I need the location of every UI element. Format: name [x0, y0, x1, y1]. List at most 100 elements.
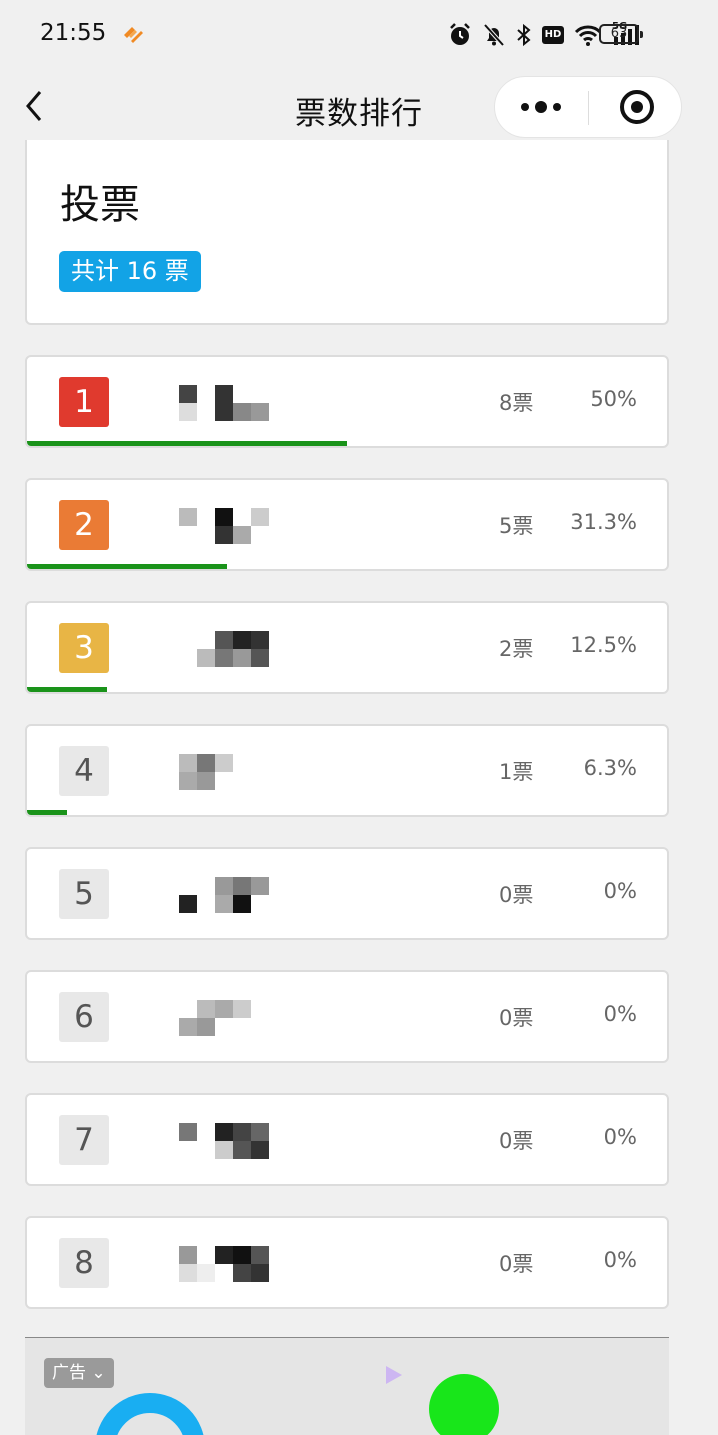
- vote-progress-fill: [27, 810, 68, 815]
- candidate-name-redacted: [143, 754, 251, 790]
- more-dots-icon: [521, 101, 561, 113]
- mosaic-pixel: [179, 772, 197, 790]
- rank-row[interactable]: 8 0票 0%: [25, 1216, 669, 1309]
- vote-percent: 50%: [590, 387, 637, 411]
- candidate-name-redacted: [143, 631, 269, 667]
- mosaic-pixel: [215, 403, 233, 421]
- rank-row[interactable]: 3 2票 12.5%: [25, 601, 669, 694]
- vote-count: 2票: [499, 637, 534, 661]
- mosaic-pixel: [197, 1018, 215, 1036]
- bluetooth-icon: [517, 23, 531, 47]
- vote-percent: 0%: [603, 1248, 637, 1272]
- ad-banner[interactable]: 广告 ⌄: [25, 1337, 669, 1435]
- rank-number-badge: 1: [59, 377, 109, 427]
- close-button[interactable]: [589, 77, 681, 137]
- candidate-name-redacted: [143, 1000, 251, 1036]
- mosaic-pixel: [197, 1264, 215, 1282]
- vote-progress-fill: [27, 687, 107, 692]
- ad-label-text: 广告: [52, 1363, 86, 1383]
- vote-percent: 12.5%: [570, 633, 637, 657]
- status-bar: 21:55 HD 5G 63: [0, 0, 718, 68]
- mosaic-pixel: [215, 754, 233, 772]
- rank-number-badge: 5: [59, 869, 109, 919]
- candidate-name-redacted: [143, 508, 269, 544]
- wifi-icon: [574, 25, 602, 46]
- vote-summary-card: 投票 共计 16 票: [25, 140, 669, 325]
- candidate-name-redacted: [143, 1123, 269, 1159]
- vote-progress-bar: [27, 564, 667, 569]
- total-votes-badge: 共计 16 票: [59, 251, 201, 292]
- vote-count: 0票: [499, 1129, 534, 1153]
- mosaic-pixel: [197, 772, 215, 790]
- mosaic-pixel: [215, 649, 233, 667]
- vote-progress-bar: [27, 687, 667, 692]
- rank-row[interactable]: 6 0票 0%: [25, 970, 669, 1063]
- mosaic-pixel: [179, 403, 197, 421]
- mosaic-pixel: [197, 649, 215, 667]
- nav-bar: 票数排行: [0, 68, 718, 148]
- hd-icon: HD: [542, 26, 564, 44]
- mosaic-pixel: [233, 649, 251, 667]
- rank-number-badge: 2: [59, 500, 109, 550]
- rank-number-badge: 6: [59, 992, 109, 1042]
- mosaic-pixel: [233, 1264, 251, 1282]
- rank-number-badge: 8: [59, 1238, 109, 1288]
- mosaic-pixel: [233, 631, 251, 649]
- mosaic-pixel: [215, 1000, 233, 1018]
- mosaic-pixel: [215, 1141, 233, 1159]
- candidate-name-redacted: [143, 1246, 269, 1282]
- mosaic-pixel: [197, 1000, 215, 1018]
- mosaic-pixel: [233, 1246, 251, 1264]
- status-time: 21:55: [40, 20, 107, 46]
- mosaic-pixel: [179, 385, 197, 403]
- rank-number-badge: 4: [59, 746, 109, 796]
- more-button[interactable]: [495, 77, 588, 137]
- mosaic-pixel: [179, 1018, 197, 1036]
- vote-percent: 6.3%: [583, 756, 637, 780]
- rank-row[interactable]: 5 0票 0%: [25, 847, 669, 940]
- rank-row[interactable]: 2 5票 31.3%: [25, 478, 669, 571]
- alarm-icon: [450, 23, 470, 45]
- mosaic-pixel: [233, 1000, 251, 1018]
- mosaic-pixel: [215, 1246, 233, 1264]
- mosaic-pixel: [215, 895, 233, 913]
- vote-progress-bar: [27, 810, 667, 815]
- vote-progress-bar: [27, 441, 667, 446]
- mosaic-pixel: [179, 1123, 197, 1141]
- mosaic-pixel: [179, 1246, 197, 1264]
- mosaic-pixel: [215, 631, 233, 649]
- vote-progress-bar: [27, 1179, 667, 1184]
- mosaic-pixel: [233, 403, 251, 421]
- mini-program-capsule: [494, 76, 682, 138]
- mosaic-pixel: [251, 1141, 269, 1159]
- vote-percent: 0%: [603, 879, 637, 903]
- vote-count: 0票: [499, 1252, 534, 1276]
- vote-title: 投票: [60, 182, 140, 228]
- mosaic-pixel: [251, 403, 269, 421]
- ad-label-button[interactable]: 广告 ⌄: [44, 1358, 114, 1388]
- ad-graphic-ring: [95, 1393, 205, 1435]
- vote-count: 1票: [499, 760, 534, 784]
- vote-progress-bar: [27, 1302, 667, 1307]
- rank-row[interactable]: 7 0票 0%: [25, 1093, 669, 1186]
- mosaic-pixel: [233, 1141, 251, 1159]
- vote-percent: 31.3%: [570, 510, 637, 534]
- vote-progress-bar: [27, 1056, 667, 1061]
- vote-progress-bar: [27, 933, 667, 938]
- vote-progress-fill: [27, 564, 228, 569]
- mosaic-pixel: [251, 1123, 269, 1141]
- battery-icon: 63: [599, 24, 643, 44]
- mosaic-pixel: [179, 895, 197, 913]
- mosaic-pixel: [251, 631, 269, 649]
- mosaic-pixel: [215, 508, 233, 526]
- mosaic-pixel: [233, 877, 251, 895]
- rank-row[interactable]: 4 1票 6.3%: [25, 724, 669, 817]
- rank-row[interactable]: 1 8票 50%: [25, 355, 669, 448]
- mosaic-pixel: [215, 385, 233, 403]
- mosaic-pixel: [197, 754, 215, 772]
- vote-count: 5票: [499, 514, 534, 538]
- mosaic-pixel: [215, 526, 233, 544]
- mosaic-pixel: [215, 877, 233, 895]
- mosaic-pixel: [251, 1264, 269, 1282]
- close-target-icon: [620, 90, 654, 124]
